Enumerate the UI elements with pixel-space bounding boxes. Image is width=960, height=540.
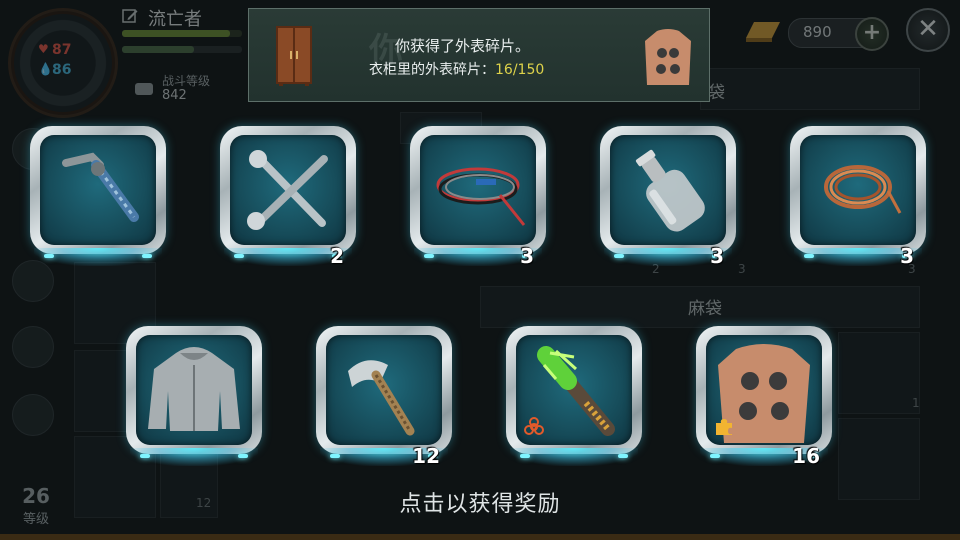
puzzle-piece-icon <box>716 419 732 435</box>
biohazard-icon <box>524 417 544 435</box>
reward-tile-screws[interactable]: 2 <box>220 126 356 276</box>
wardrobe-icon <box>276 26 312 86</box>
hatchet-icon <box>348 360 415 436</box>
wires-icon <box>436 167 526 226</box>
reward-tile-toxic-club[interactable] <box>506 326 642 476</box>
reward-qty: 16 <box>792 444 820 468</box>
copper-wire-icon <box>824 165 902 214</box>
reward-tile-tattoo-torso[interactable]: 16 <box>696 326 832 476</box>
reward-tile-hatchet[interactable]: 12 <box>316 326 452 476</box>
reward-tile-pipe[interactable] <box>30 126 166 276</box>
shard-notification: 你 你获得了外表碎片。 衣柜里的外表碎片：16/150 <box>248 8 710 102</box>
reward-qty: 3 <box>900 244 914 268</box>
notice-title: 你获得了外表碎片。 <box>395 37 531 55</box>
pipe-icon <box>62 152 139 222</box>
notice-progress: 衣柜里的外表碎片：16/150 <box>369 62 545 78</box>
hoodie-icon <box>148 347 240 431</box>
screws-icon <box>247 150 328 230</box>
reward-qty: 3 <box>520 244 534 268</box>
tattoo-torso-thumbnail <box>645 29 691 85</box>
reward-qty: 3 <box>710 244 724 268</box>
shard-count: 16/150 <box>495 62 545 78</box>
reward-qty: 12 <box>412 444 440 468</box>
glass-bottle-icon <box>635 149 705 232</box>
reward-tile-bottle[interactable]: 3 <box>600 126 736 276</box>
reward-tile-hoodie[interactable] <box>126 326 262 476</box>
reward-tile-wires[interactable]: 3 <box>410 126 546 276</box>
bottom-strip <box>0 534 960 540</box>
reward-qty: 2 <box>330 244 344 268</box>
reward-tile-copper[interactable]: 3 <box>790 126 926 276</box>
tap-to-claim-hint[interactable]: 点击以获得奖励 <box>0 486 960 518</box>
